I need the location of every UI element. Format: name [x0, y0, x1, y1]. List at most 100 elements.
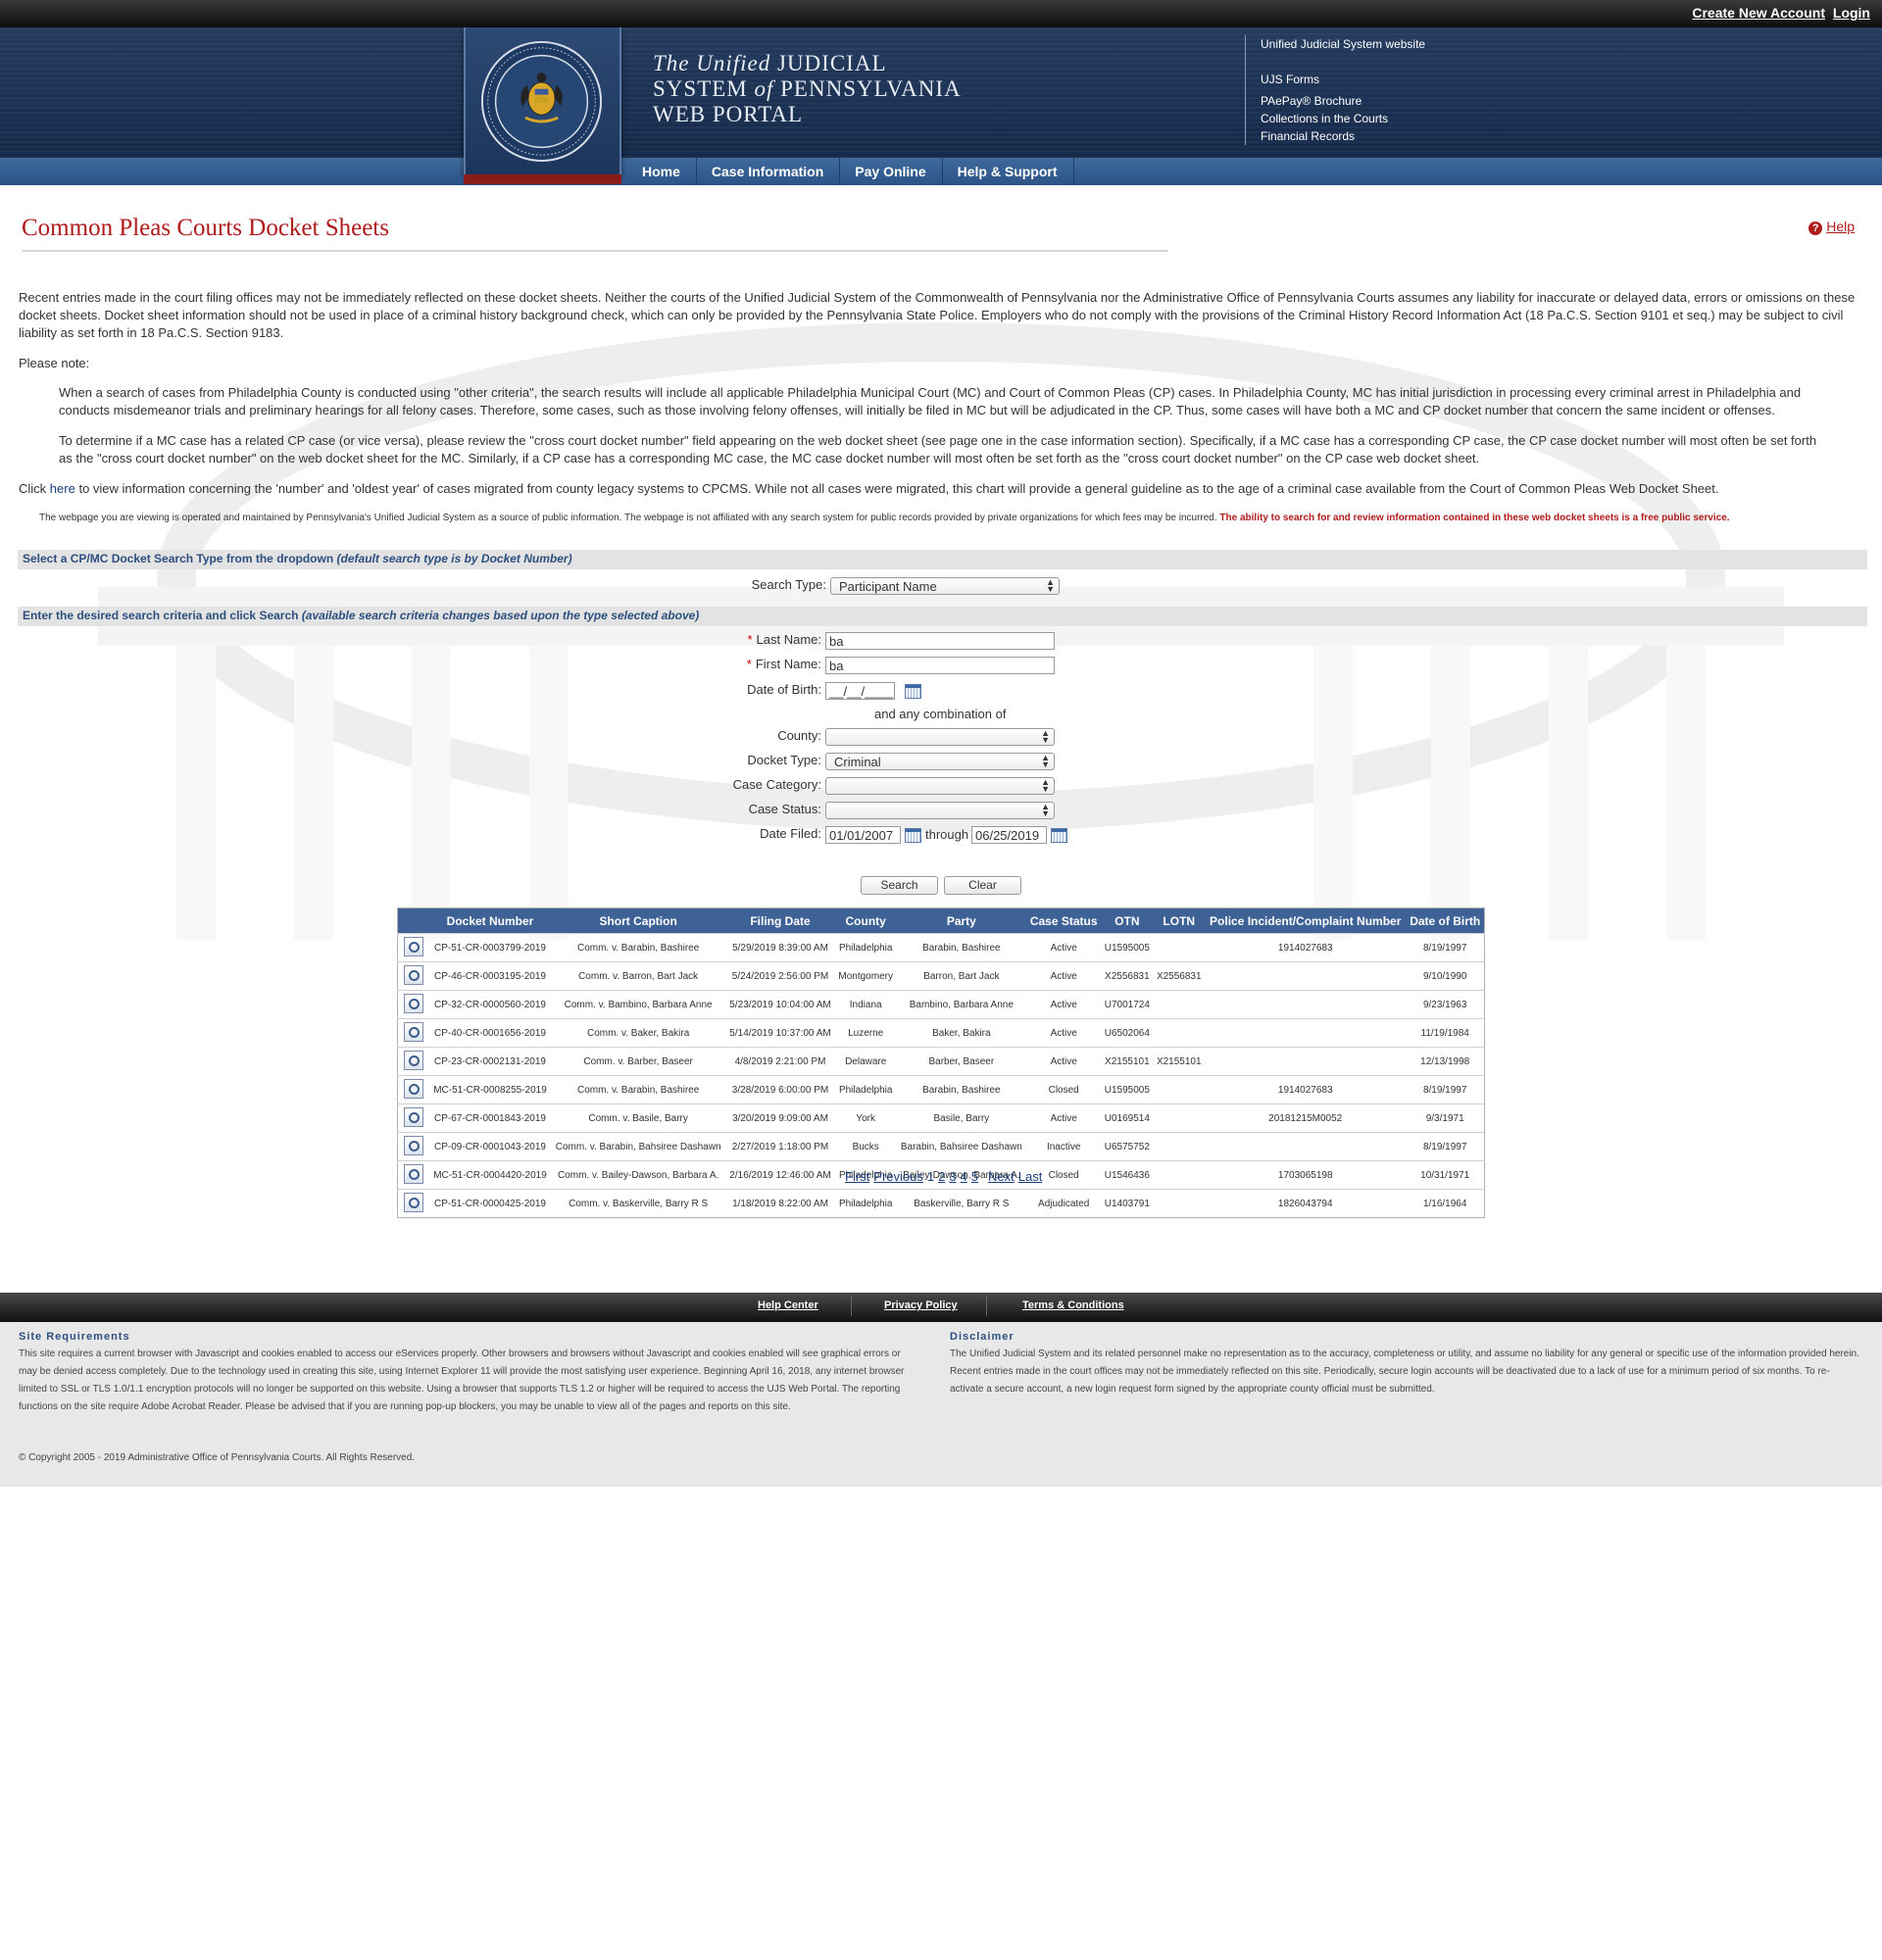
- cell-police-incident: 20181215M0052: [1205, 1103, 1407, 1133]
- pager-previous[interactable]: Previous: [873, 1169, 923, 1184]
- nav-home[interactable]: Home: [627, 158, 697, 185]
- pager-next[interactable]: Next: [988, 1169, 1015, 1184]
- pager-last[interactable]: Last: [1018, 1169, 1043, 1184]
- date-to-input[interactable]: 06/25/2019: [971, 826, 1047, 844]
- search-type-row: Search Type: Participant Name ▲ ▼: [0, 577, 1882, 597]
- login-link[interactable]: Login: [1833, 5, 1870, 21]
- docket-sheet-icon[interactable]: [404, 1106, 423, 1127]
- help-link[interactable]: ? Help: [1808, 219, 1855, 235]
- cell-county: Indiana: [834, 990, 897, 1019]
- financial-records-link[interactable]: Financial Records: [1261, 127, 1476, 145]
- nav-help-support[interactable]: Help & Support: [943, 158, 1074, 185]
- last-name-input[interactable]: ba: [825, 632, 1055, 650]
- ujs-forms-link[interactable]: UJS Forms: [1261, 71, 1476, 88]
- pager-page-2[interactable]: 2: [938, 1169, 945, 1184]
- cell-lotn: [1153, 933, 1206, 962]
- footer-nav-bar: Help Center Privacy Policy Terms & Condi…: [0, 1293, 1882, 1322]
- cell-otn: U7001724: [1101, 990, 1154, 1019]
- title-line2-a: SYSTEM: [653, 76, 748, 101]
- cell-date-of-birth: 8/19/1997: [1406, 1132, 1485, 1161]
- docket-sheet-icon[interactable]: [404, 964, 423, 985]
- select-arrows-icon: ▲ ▼: [1041, 777, 1050, 794]
- pager-page-4[interactable]: 4: [961, 1169, 967, 1184]
- column-header-lotn[interactable]: LOTN: [1153, 907, 1206, 934]
- table-row[interactable]: CP-32-CR-0000560-2019 Comm. v. Bambino, B…: [397, 990, 1485, 1019]
- column-header-police-incident[interactable]: Police Incident/Complaint Number: [1205, 907, 1407, 934]
- cell-otn: X2155101: [1101, 1047, 1154, 1076]
- footer-terms-link[interactable]: Terms & Conditions: [1022, 1299, 1124, 1311]
- date-to-calendar-icon[interactable]: [1051, 828, 1067, 843]
- county-select[interactable]: ▲ ▼: [825, 728, 1055, 746]
- results-header-row: Docket Number Short Caption Filing Date …: [397, 907, 1485, 934]
- column-header-date-of-birth[interactable]: Date of Birth: [1406, 907, 1485, 934]
- pager-page-3[interactable]: 3: [949, 1169, 956, 1184]
- disclaimer-text: The Unified Judicial System and its rela…: [950, 1348, 1859, 1395]
- cell-otn: U6502064: [1101, 1018, 1154, 1048]
- column-header-party[interactable]: Party: [896, 907, 1027, 934]
- dob-calendar-icon[interactable]: [905, 684, 921, 699]
- cell-filing-date: 2/16/2019 12:46:00 AM: [725, 1160, 835, 1190]
- section2-note: (available search criteria changes based…: [301, 609, 700, 622]
- cell-short-caption: Comm. v. Bailey-Dawson, Barbara A.: [551, 1160, 726, 1190]
- first-name-input[interactable]: ba: [825, 657, 1055, 674]
- docket-sheet-icon[interactable]: [404, 1078, 423, 1099]
- column-header-otn[interactable]: OTN: [1101, 907, 1154, 934]
- docket-sheet-icon[interactable]: [404, 1192, 423, 1212]
- last-name-row: * Last Name: ba: [0, 632, 1882, 652]
- nav-pay-online[interactable]: Pay Online: [840, 158, 943, 185]
- table-row[interactable]: CP-51-CR-0000425-2019 Comm. v. Baskervill…: [397, 1189, 1485, 1218]
- column-header-filing-date[interactable]: Filing Date: [725, 907, 835, 934]
- cell-case-status: Active: [1026, 933, 1102, 962]
- cell-police-incident: 1914027683: [1205, 933, 1407, 962]
- footer-privacy-policy-link[interactable]: Privacy Policy: [884, 1299, 958, 1311]
- section1-note: (default search type is by Docket Number…: [336, 552, 572, 565]
- pager-first[interactable]: First: [845, 1169, 869, 1184]
- cell-date-of-birth: 9/10/1990: [1406, 961, 1485, 991]
- section2-label: Enter the desired search criteria and cl…: [23, 609, 299, 622]
- cell-otn: U1595005: [1101, 933, 1154, 962]
- supreme-court-seal-icon[interactable]: [479, 39, 604, 164]
- docket-sheet-icon[interactable]: [404, 1050, 423, 1070]
- table-row[interactable]: CP-40-CR-0001656-2019 Comm. v. Baker, Bak…: [397, 1018, 1485, 1048]
- here-link[interactable]: here: [50, 481, 75, 496]
- search-button[interactable]: Search: [861, 876, 938, 895]
- docket-sheet-icon[interactable]: [404, 993, 423, 1013]
- cell-short-caption: Comm. v. Bambino, Barbara Anne: [551, 990, 726, 1019]
- docket-sheet-icon[interactable]: [404, 1021, 423, 1042]
- case-status-select[interactable]: ▲ ▼: [825, 802, 1055, 819]
- docket-type-select[interactable]: Criminal ▲ ▼: [825, 753, 1055, 770]
- clear-button[interactable]: Clear: [944, 876, 1021, 895]
- cell-police-incident: 1703065198: [1205, 1160, 1407, 1190]
- cell-short-caption: Comm. v. Baker, Bakira: [551, 1018, 726, 1048]
- docket-sheet-icon[interactable]: [404, 1135, 423, 1155]
- table-row[interactable]: CP-46-CR-0003195-2019 Comm. v. Barron, Ba…: [397, 961, 1485, 991]
- table-row[interactable]: CP-23-CR-0002131-2019 Comm. v. Barber, Ba…: [397, 1047, 1485, 1076]
- table-row[interactable]: CP-09-CR-0001043-2019 Comm. v. Barabin, B…: [397, 1132, 1485, 1161]
- collections-link[interactable]: Collections in the Courts: [1261, 110, 1476, 127]
- column-header-short-caption[interactable]: Short Caption: [551, 907, 726, 934]
- select-arrows-icon: ▲ ▼: [1041, 753, 1050, 769]
- dob-input[interactable]: __/__/____: [825, 682, 895, 700]
- create-account-link[interactable]: Create New Account: [1692, 5, 1825, 21]
- table-row[interactable]: MC-51-CR-0008255-2019 Comm. v. Barabin, B…: [397, 1075, 1485, 1104]
- footer: Site Requirements This site requires a c…: [0, 1322, 1882, 1487]
- table-row[interactable]: CP-51-CR-0003799-2019 Comm. v. Barabin, B…: [397, 933, 1485, 962]
- pager-page-5[interactable]: 5: [971, 1169, 978, 1184]
- ujs-website-link[interactable]: Unified Judicial System website: [1261, 35, 1476, 53]
- date-from-input[interactable]: 01/01/2007: [825, 826, 901, 844]
- search-type-select[interactable]: Participant Name ▲ ▼: [830, 577, 1060, 595]
- case-category-select[interactable]: ▲ ▼: [825, 777, 1055, 795]
- cell-docket-number: MC-51-CR-0004420-2019: [429, 1160, 552, 1190]
- docket-sheet-icon[interactable]: [404, 936, 423, 956]
- date-from-calendar-icon[interactable]: [905, 828, 921, 843]
- paepay-brochure-link[interactable]: PAePay® Brochure: [1261, 92, 1476, 110]
- column-header-docket-number[interactable]: Docket Number: [429, 907, 552, 934]
- column-header-county[interactable]: County: [834, 907, 897, 934]
- footer-help-center-link[interactable]: Help Center: [758, 1299, 818, 1311]
- nav-case-information[interactable]: Case Information: [697, 158, 841, 185]
- docket-sheet-icon[interactable]: [404, 1163, 423, 1184]
- select-arrows-icon: ▲ ▼: [1041, 728, 1050, 745]
- cell-short-caption: Comm. v. Barber, Baseer: [551, 1047, 726, 1076]
- table-row[interactable]: CP-67-CR-0001843-2019 Comm. v. Basile, Ba…: [397, 1103, 1485, 1133]
- column-header-case-status[interactable]: Case Status: [1026, 907, 1102, 934]
